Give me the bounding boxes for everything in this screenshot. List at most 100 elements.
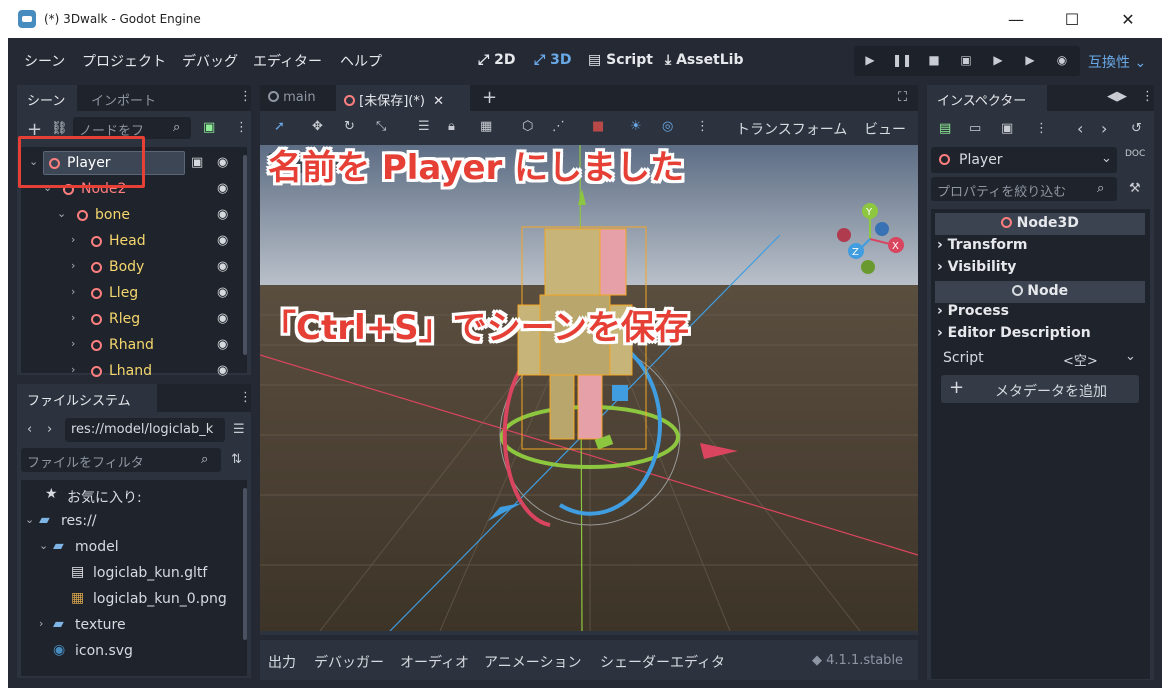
visibility-eye-icon[interactable]: ◉ [217,207,228,222]
pause-icon[interactable]: ❚❚ [892,53,912,69]
chevron-down-icon[interactable]: ⌄ [43,181,52,194]
visibility-eye-icon[interactable]: ◉ [217,285,228,300]
scene-tree-item[interactable]: ⌄ Player ▣ ◉ [21,151,241,177]
visibility-eye-icon[interactable]: ◉ [217,311,228,326]
dock-menu-icon[interactable]: ⋮ [1141,89,1154,104]
chevron-icon[interactable]: ⌄ [39,539,48,552]
bottom-tab[interactable]: デバッガー [314,652,384,672]
chevron-icon[interactable]: ⌄ [25,513,34,526]
instance-scene-icon[interactable]: ▣ [203,120,215,135]
select-tool-icon[interactable]: ➚ [274,119,285,134]
fs-path-input[interactable]: res://model/logiclab_k [65,418,225,442]
fs-item[interactable]: › ▰ texture [21,614,241,638]
tab-2d[interactable]: ⤢ 2D [478,52,515,68]
back-icon[interactable]: ‹ [27,422,32,437]
inspected-node-select[interactable]: Player ⌄ [931,147,1117,173]
menu-debug[interactable]: デバッグ [182,51,238,71]
section-transform[interactable]: › Transform [937,237,1028,253]
chevron-down-icon[interactable]: › [71,259,75,272]
tab-script[interactable]: ▤ Script [588,52,653,68]
play-custom-icon[interactable]: ▶ [1020,53,1040,69]
local-space-icon[interactable]: ⬡ [522,119,533,134]
scene-tree-item[interactable]: ⌄ bone ◉ [21,203,241,229]
link-icon[interactable]: ⛓ [51,121,68,136]
scene-tree-item[interactable]: › Head ◉ [21,229,241,255]
scale-tool-icon[interactable]: ⤡ [376,119,386,134]
play-icon[interactable]: ▶ [860,53,880,69]
chevron-icon[interactable]: › [39,617,43,630]
script-value[interactable]: <空> [1063,350,1098,369]
close-tab-icon[interactable]: ✕ [433,94,444,109]
bottom-tab[interactable]: シェーダーエディタ [600,652,725,672]
menu-editor[interactable]: エディター [253,51,322,71]
fs-item[interactable]: ⌄ ▰ model [21,536,241,560]
bottom-tab[interactable]: 出力 [268,652,296,672]
tab-assetlib[interactable]: ⤓ AssetLib [665,52,744,68]
chevron-down-icon[interactable]: › [71,311,75,324]
lock-icon[interactable]: 🔒︎ [448,119,455,134]
scene-menu-icon[interactable]: ⋮ [235,120,248,135]
chevron-down-icon[interactable]: › [71,285,75,298]
menu-help[interactable]: ヘルプ [340,51,382,71]
scene-tree-item[interactable]: › Rhand ◉ [21,333,241,359]
property-tools-icon[interactable]: ⚒ [1129,181,1141,196]
rotate-tool-icon[interactable]: ↻ [344,119,355,134]
dock-menu-icon[interactable]: ⋮ [239,89,252,104]
add-metadata-button[interactable]: + メタデータを追加 [941,375,1139,403]
inspector-menu-icon[interactable]: ⋮ [1035,121,1048,136]
camera-preview-icon[interactable]: ■ [592,119,604,134]
save-icon[interactable]: ▣ [1001,121,1013,136]
forward-icon[interactable]: › [47,422,52,437]
transform-menu[interactable]: トランスフォーム [736,119,847,139]
visibility-eye-icon[interactable]: ◉ [217,233,228,248]
visibility-eye-icon[interactable]: ◉ [217,155,228,170]
menu-scene[interactable]: シーン [24,51,65,71]
tab-inspector[interactable]: インスペクター [927,85,1047,111]
group-icon[interactable]: ▦ [480,119,492,134]
sun-icon[interactable]: ☀ [630,119,642,134]
split-view-icon[interactable]: ☰ [233,422,245,437]
3d-viewport[interactable]: Y X Z [260,145,918,631]
script-attach-icon[interactable]: ▣ [191,155,203,170]
fs-filter-input[interactable]: ファイルをフィルタ ⌕ [21,448,221,472]
tab-scene[interactable]: シーン [17,85,77,111]
tab-3d[interactable]: ⤢ 3D [534,52,571,68]
stop-icon[interactable]: ■ [924,53,944,69]
play-scene-icon[interactable]: ▶ [988,53,1008,69]
chevron-down-icon[interactable]: › [71,363,75,376]
scene-tab-main[interactable]: main [268,90,316,105]
fs-item[interactable]: ⌄ ▰ res:// [21,510,241,534]
node-filter-input[interactable]: ノードをフ ⌕ [73,117,191,139]
add-node-icon[interactable]: + [27,119,42,140]
visibility-eye-icon[interactable]: ◉ [217,259,228,274]
chevron-down-icon[interactable]: › [71,233,75,246]
prev-dock-icon[interactable]: ◀▶ [1107,89,1127,104]
scene-tree-item[interactable]: › Rleg ◉ [21,307,241,333]
history-forward-icon[interactable]: › [1101,119,1107,138]
open-folder-icon[interactable]: ▭ [969,121,981,136]
fs-item[interactable]: ▦ logiclab_kun_0.png [21,588,241,612]
scene-tree-scrollbar[interactable] [243,155,247,355]
fs-scrollbar[interactable] [243,488,247,640]
remote-debug-icon[interactable]: ▣ [956,53,976,69]
new-resource-icon[interactable]: ▤ [939,121,951,136]
tab-import[interactable]: インポート [91,90,156,109]
bottom-tab[interactable]: アニメーション [484,652,581,672]
move-tool-icon[interactable]: ✥ [312,119,323,134]
scene-tree-item[interactable]: › Body ◉ [21,255,241,281]
bottom-tab[interactable]: オーディオ [400,652,469,672]
view-menu[interactable]: ビュー [864,119,906,139]
close-button[interactable]: ✕ [1100,0,1156,38]
visibility-eye-icon[interactable]: ◉ [217,181,228,196]
minimize-button[interactable]: — [988,0,1044,38]
snap-icon[interactable]: ⋰ [552,119,565,134]
fs-item[interactable]: ◉ icon.svg [21,640,241,664]
fs-item[interactable]: ▤ logiclab_kun.gltf [21,562,241,586]
movie-maker-icon[interactable]: ◉ [1052,53,1072,69]
section-visibility[interactable]: › Visibility [937,259,1016,275]
distraction-free-icon[interactable]: ⛶ [898,90,907,105]
menu-project[interactable]: プロジェクト [82,51,166,71]
viewport-menu-icon[interactable]: ⋮ [696,119,709,134]
environment-icon[interactable]: ◎ [662,119,673,134]
scene-tree-item[interactable]: › Lhand ◉ [21,359,241,385]
